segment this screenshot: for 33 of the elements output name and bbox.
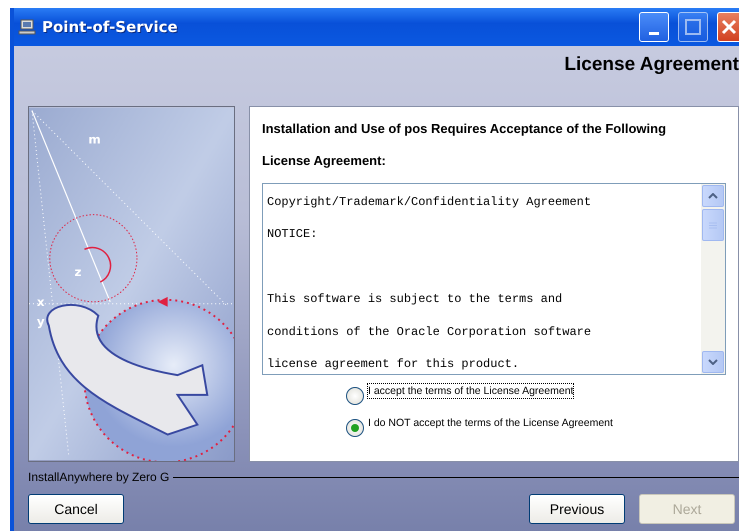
dialog-button[interactable]: Previous [529, 494, 625, 524]
scroll-thumb[interactable] [702, 209, 724, 241]
license-text-line: Copyright/Trademark/Confidentiality Agreement [267, 194, 592, 211]
window-title: Point-of-Service [42, 18, 179, 36]
minimize-icon [649, 32, 659, 34]
license-text-line: This software is subject to the terms and [267, 291, 564, 308]
axis-label: z [74, 265, 82, 280]
vendor-label: InstallAnywhere by Zero G [28, 470, 170, 484]
close-button[interactable] [717, 12, 739, 42]
axis-label: x [36, 294, 45, 309]
license-text-line: license agreement for this product. [267, 356, 520, 373]
license-heading: Installation and Use of pos Requires Acceptance of the Following License Agreement: [262, 120, 668, 170]
radio-button[interactable] [346, 387, 364, 405]
radio-label[interactable]: I accept the terms of the License Agreement [368, 384, 574, 398]
license-text-area[interactable]: Copyright/Trademark/Confidentiality Agreement NOTICE: This software is subject to the terms and conditions of the Oracle Corporation software license agreement for this product. [262, 183, 726, 375]
dialog-button[interactable]: Cancel [28, 494, 124, 524]
chevron-down-icon [708, 359, 718, 365]
scrollbar[interactable] [701, 184, 725, 374]
radio-label[interactable]: I do NOT accept the terms of the License Agreement [368, 416, 613, 430]
license-text-line: NOTICE: [267, 226, 318, 244]
minimize-button[interactable] [639, 12, 669, 42]
maximize-button[interactable] [678, 12, 708, 42]
close-icon [720, 19, 736, 35]
step-title: License Agreement [564, 54, 739, 77]
axis-label: y [36, 314, 45, 329]
computer-icon [18, 19, 36, 35]
axis-label: m [88, 132, 101, 146]
chevron-up-icon [708, 193, 718, 199]
radio-button[interactable] [346, 419, 364, 437]
license-text-line: conditions of the Oracle Corporation software [267, 324, 592, 341]
scroll-down-button[interactable] [702, 351, 724, 373]
scroll-up-button[interactable] [702, 185, 724, 207]
maximize-icon [685, 19, 701, 35]
